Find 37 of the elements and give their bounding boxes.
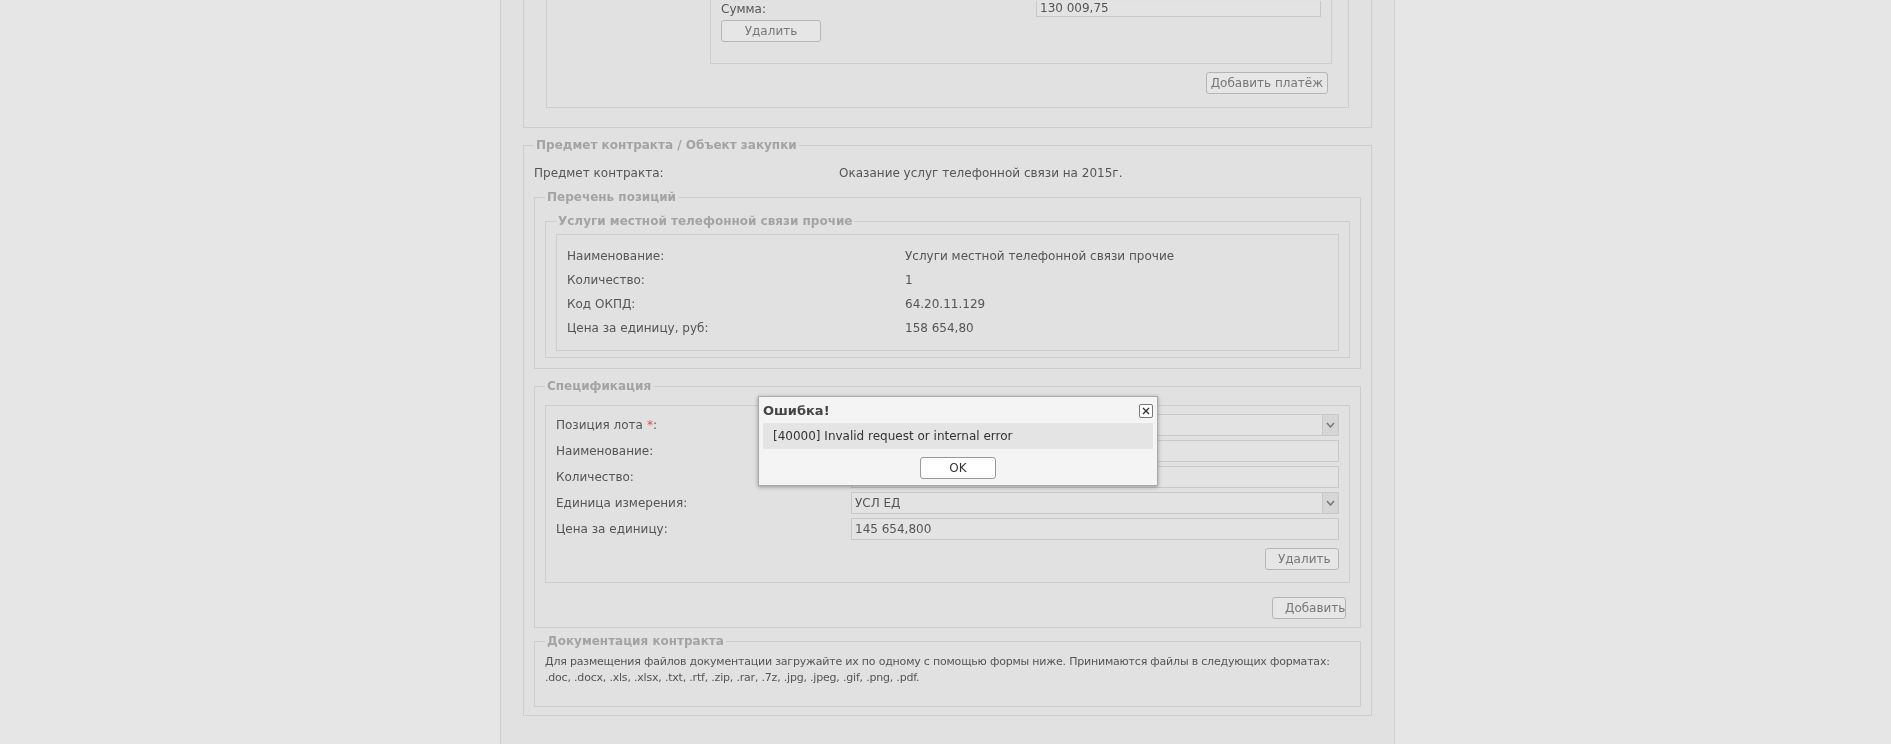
field-value: 158 654,80 bbox=[905, 320, 974, 337]
section-legend: Спецификация bbox=[545, 377, 654, 395]
select-field[interactable]: УСЛ ЕД bbox=[851, 492, 1339, 514]
field-label: Количество: bbox=[556, 469, 634, 486]
input-field[interactable]: 130 009,75 bbox=[1036, 1, 1321, 17]
field-label: Наименование: bbox=[567, 248, 666, 265]
ok-button[interactable]: OK bbox=[920, 457, 996, 479]
field-label: Позиция лота bbox=[556, 417, 643, 434]
field-label: Код ОКПД: bbox=[567, 296, 637, 313]
section-legend: Предмет контракта / Объект закупки bbox=[534, 136, 799, 154]
field-value: Услуги местной телефонной связи прочие bbox=[905, 248, 1175, 265]
label-colon: : bbox=[652, 417, 657, 434]
delete-button[interactable]: Удалить bbox=[721, 20, 821, 42]
delete-button[interactable]: Удалить bbox=[1265, 548, 1339, 570]
section-legend: Перечень позиций bbox=[545, 188, 678, 206]
required-mark: * bbox=[646, 417, 653, 434]
dropdown-caret-icon bbox=[1322, 493, 1338, 513]
position-legend: Услуги местной телефонной связи прочие bbox=[556, 212, 855, 230]
input-field[interactable]: 145 654,800 bbox=[851, 518, 1339, 540]
add-payment-button[interactable]: Добавить платёж bbox=[1205, 72, 1328, 94]
field-value: Оказание услуг телефонной связи на 2015г. bbox=[839, 165, 1123, 182]
dialog-title: Ошибка! bbox=[763, 402, 830, 421]
field-label: Предмет контракта: bbox=[534, 165, 665, 182]
field-value: 64.20.11.129 bbox=[905, 296, 986, 313]
instructions-text: Для размещения файлов документации загружайте их по одному с помощью формы ниже. Принимаются файлы в следующих форматах: .doc, .docx, .xls, .xlsx, .txt, .rtf, .zip, .rar, .7z, .jpg, .jpeg, .gif, .png, .pdf. bbox=[545, 654, 1331, 686]
close-icon bbox=[1142, 407, 1150, 415]
field-label: Количество: bbox=[567, 272, 646, 289]
field-label: Наименование: bbox=[556, 443, 654, 460]
dialog-message: [40000] Invalid request or internal error bbox=[763, 423, 1153, 449]
add-button[interactable]: Добавить bbox=[1272, 597, 1346, 619]
field-label: Цена за единицу: bbox=[556, 521, 668, 538]
field-label: Единица измерения: bbox=[556, 495, 688, 512]
field-label: Цена за единицу, руб: bbox=[567, 320, 710, 337]
field-label: Сумма: bbox=[721, 1, 767, 18]
field-value: 1 bbox=[905, 272, 913, 289]
section-legend: Документация контракта bbox=[545, 632, 726, 650]
close-button[interactable] bbox=[1139, 404, 1153, 418]
